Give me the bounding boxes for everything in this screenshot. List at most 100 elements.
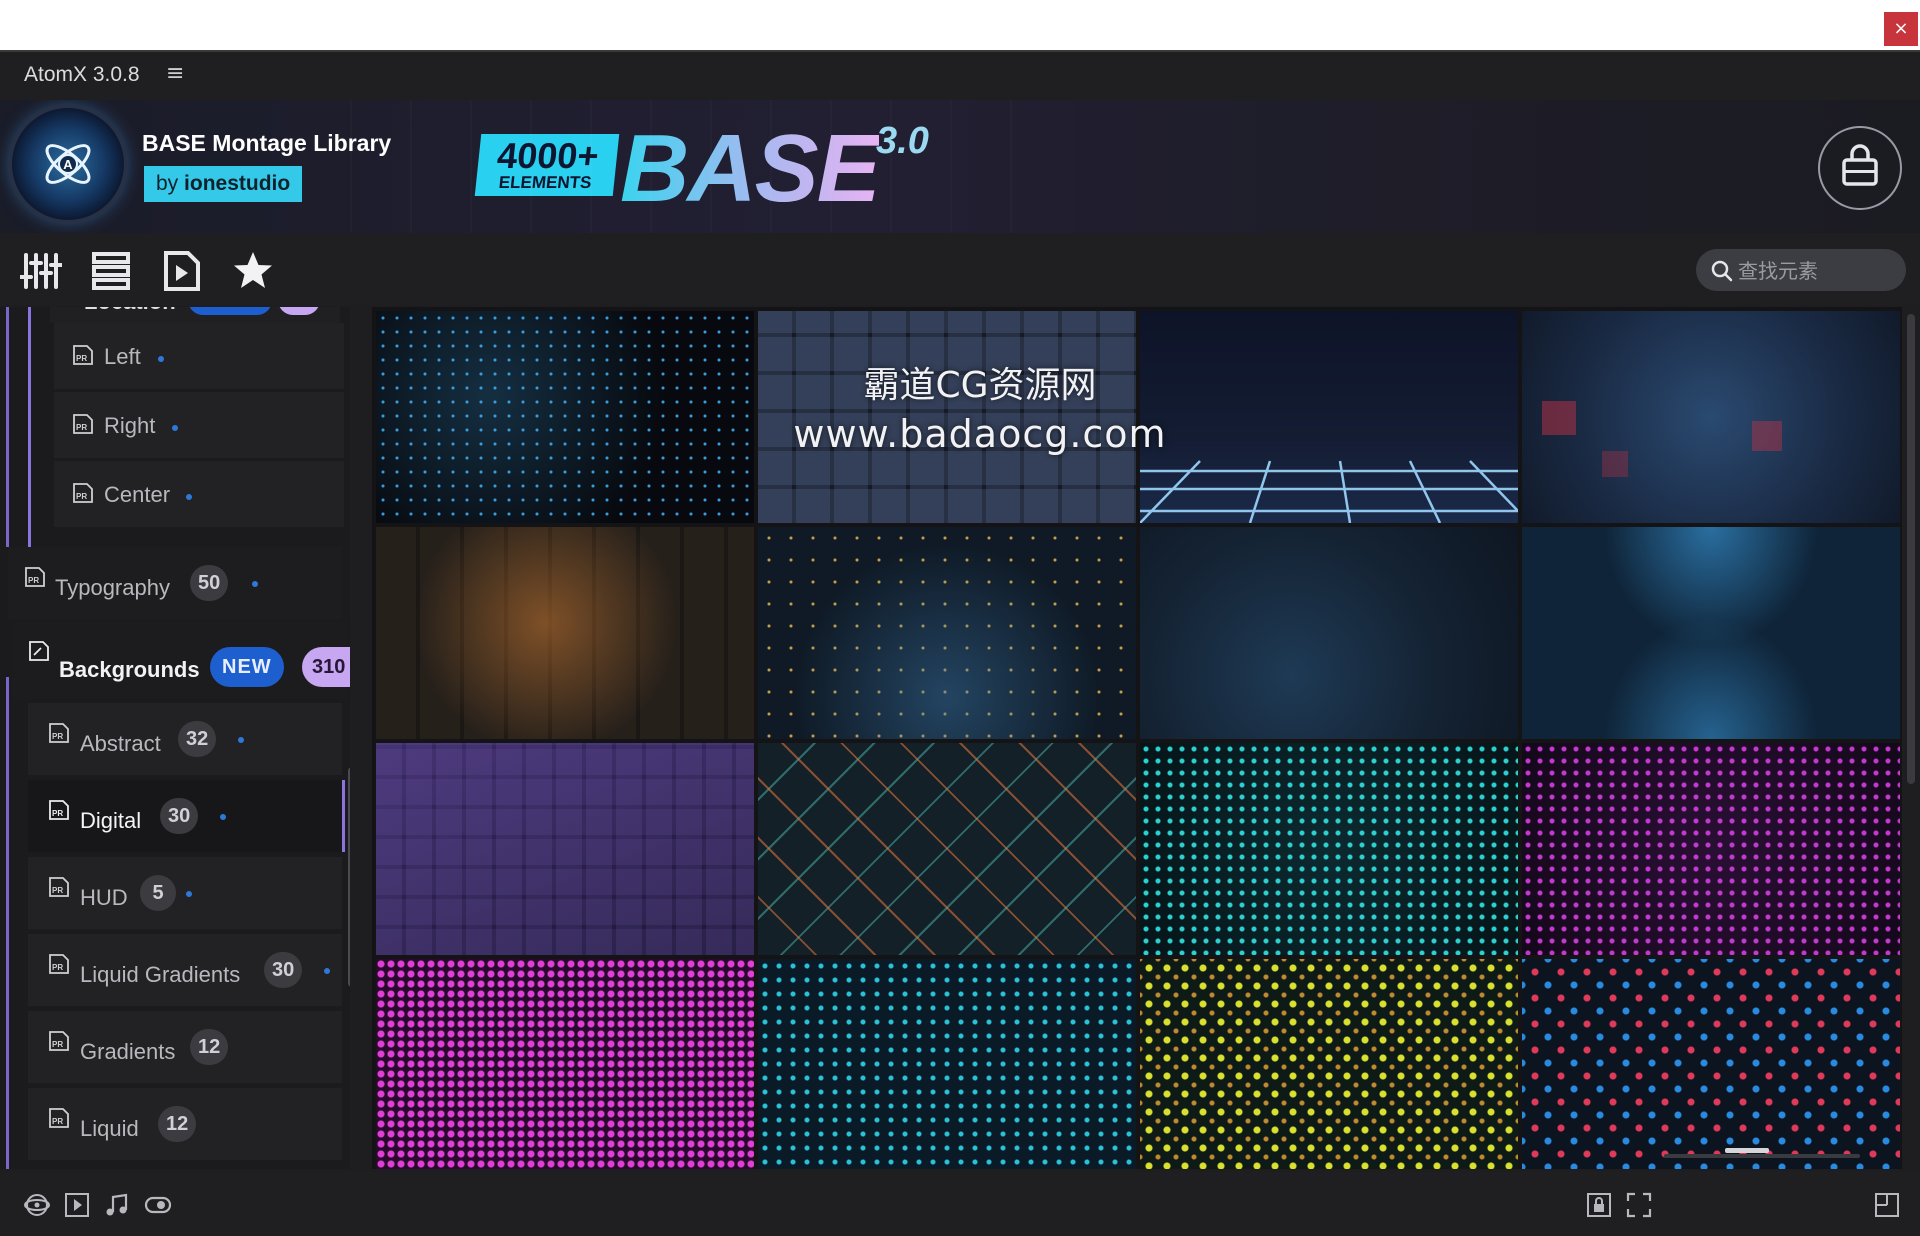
sidebar-scrollbar[interactable] xyxy=(348,767,350,987)
premiere-file-icon: PR xyxy=(49,1031,69,1051)
star-icon[interactable] xyxy=(232,251,274,291)
search-box[interactable] xyxy=(1696,249,1906,291)
fit-icon[interactable] xyxy=(1626,1192,1652,1218)
thumbnail-tile[interactable] xyxy=(1522,311,1900,523)
watermark-overlay: 霸道CG资源网 www.badaocg.com xyxy=(700,362,1260,458)
sidebar-item-label: Center xyxy=(104,482,171,507)
shop-button[interactable] xyxy=(1818,126,1902,210)
thumbnail-tile[interactable] xyxy=(376,527,754,739)
count-badge: 30 xyxy=(160,798,199,834)
premiere-file-icon: PR xyxy=(49,954,69,974)
sidebar-item-left[interactable]: PR Left xyxy=(54,323,344,389)
thumbnail-tile[interactable] xyxy=(1522,959,1900,1169)
sidebar-item-gradients[interactable]: PR Gradients 12 xyxy=(28,1011,342,1083)
sidebar-item-digital[interactable]: PR Digital 30 xyxy=(28,780,345,852)
count-badge xyxy=(278,307,320,315)
thumbnail-tile[interactable] xyxy=(758,743,1136,955)
count-badge: 5 xyxy=(140,875,176,911)
status-dot xyxy=(186,891,192,897)
search-icon xyxy=(1711,260,1733,282)
thumbnail-tile[interactable] xyxy=(1522,743,1900,955)
library-title: BASE Montage Library xyxy=(142,130,392,156)
sidebar-item-typography[interactable]: PR Typography 50 xyxy=(8,547,342,619)
svg-text:PR: PR xyxy=(28,576,39,585)
sidebar-item-liquid[interactable]: PR Liquid 12 xyxy=(28,1088,342,1160)
status-dot xyxy=(158,356,164,362)
sliders-icon[interactable] xyxy=(20,251,62,291)
thumbnail-tile[interactable] xyxy=(1140,959,1518,1169)
sidebar-item-abstract[interactable]: PR Abstract 32 xyxy=(28,703,342,775)
tree-guide-line xyxy=(6,307,9,547)
music-note-icon[interactable] xyxy=(104,1192,130,1218)
svg-text:PR: PR xyxy=(76,492,87,501)
watermark-line2: www.badaocg.com xyxy=(793,412,1167,456)
sidebar-item-liquid-gradients[interactable]: PR Liquid Gradients 30 xyxy=(28,934,342,1006)
grid-size-icon[interactable] xyxy=(1874,1192,1900,1218)
premiere-file-icon: PR xyxy=(49,1108,69,1128)
grid-scrollbar[interactable] xyxy=(1907,314,1915,784)
thumbnail-tile[interactable] xyxy=(758,527,1136,739)
sidebar-item-label: Right xyxy=(104,413,156,438)
thumbnail-tile[interactable] xyxy=(1140,743,1518,955)
premiere-file-icon: PR xyxy=(49,800,69,820)
status-dot xyxy=(324,968,330,974)
sidebar-item-center[interactable]: PR Center xyxy=(54,461,344,527)
sidebar-item-hud[interactable]: PR HUD 5 xyxy=(28,857,342,929)
count-badge: 50 xyxy=(190,565,229,601)
thumbnail-tile[interactable] xyxy=(1522,527,1900,739)
tree-guide-line xyxy=(28,307,31,547)
count-badge: 12 xyxy=(190,1029,229,1065)
library-banner: A BASE Montage Library by ionestudio 400… xyxy=(0,100,1920,233)
sidebar-item-label: Abstract xyxy=(80,731,161,756)
sidebar-item-label: Typography xyxy=(55,575,170,600)
atom-settings-icon[interactable] xyxy=(24,1192,50,1218)
svg-text:A: A xyxy=(63,157,73,172)
sidebar-item-right[interactable]: PR Right xyxy=(54,392,344,458)
thumbnail-tile[interactable] xyxy=(376,959,754,1169)
atomx-panel: AtomX 3.0.8 ≡ A BASE Montage Library by … xyxy=(0,52,1920,1236)
premiere-file-icon: PR xyxy=(73,345,93,365)
new-badge: NEW xyxy=(210,647,284,687)
zoom-slider-track[interactable] xyxy=(1664,1154,1860,1158)
window-close-button[interactable]: × xyxy=(1884,12,1918,46)
premiere-file-icon: PR xyxy=(73,483,93,503)
sidebar-item-backgrounds[interactable]: Backgrounds NEW 310 xyxy=(12,623,350,699)
sidebar-item-label: HUD xyxy=(80,885,128,910)
video-file-icon[interactable] xyxy=(160,251,202,291)
list-icon[interactable] xyxy=(90,251,132,291)
sidebar-item-label: Location xyxy=(84,307,176,315)
premiere-file-icon: PR xyxy=(73,414,93,434)
elements-label: ELEMENTS xyxy=(497,173,593,192)
thumbnail-tile[interactable] xyxy=(1140,527,1518,739)
elements-count: 4000+ xyxy=(495,135,601,176)
thumbnail-tile[interactable] xyxy=(376,311,754,523)
tree-guide-line xyxy=(6,677,9,1169)
sidebar-item-location[interactable]: Location xyxy=(50,307,340,323)
author-prefix: by xyxy=(156,172,179,195)
author-badge[interactable]: by ionestudio xyxy=(144,166,303,202)
app-title: AtomX 3.0.8 xyxy=(24,63,140,86)
elements-count-badge: 4000+ ELEMENTS xyxy=(474,134,620,196)
svg-text:PR: PR xyxy=(52,1040,63,1049)
toggle-icon[interactable] xyxy=(144,1192,172,1218)
thumbnail-tile[interactable] xyxy=(758,959,1136,1169)
svg-text:PR: PR xyxy=(52,1117,63,1126)
base-version: 3.0 xyxy=(876,120,929,162)
lock-icon[interactable] xyxy=(1586,1192,1612,1218)
base-wordmark: BASE xyxy=(620,115,881,222)
search-input[interactable] xyxy=(1736,253,1900,289)
atom-logo-icon: A xyxy=(45,144,91,184)
premiere-file-icon: PR xyxy=(25,567,45,587)
svg-text:PR: PR xyxy=(52,809,63,818)
status-dot xyxy=(186,494,192,500)
thumbnail-tile[interactable] xyxy=(376,743,754,955)
status-dot xyxy=(220,814,226,820)
new-badge xyxy=(188,307,272,315)
sidebar-item-label: Liquid xyxy=(80,1116,139,1141)
zoom-slider-handle[interactable] xyxy=(1724,1148,1769,1153)
premiere-file-open-icon xyxy=(29,641,49,661)
play-icon[interactable] xyxy=(64,1192,90,1218)
hamburger-menu-icon[interactable]: ≡ xyxy=(166,61,184,86)
app-header: AtomX 3.0.8 ≡ xyxy=(0,52,1920,100)
count-badge: 12 xyxy=(158,1106,197,1142)
